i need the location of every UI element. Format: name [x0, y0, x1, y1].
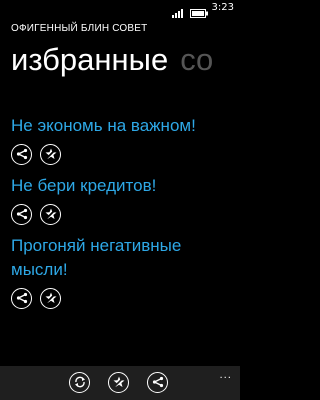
- share-button[interactable]: [11, 288, 32, 309]
- tip-item: Не бери кредитов!: [11, 174, 236, 228]
- share-icon: [152, 373, 164, 392]
- share-button[interactable]: [11, 144, 32, 165]
- app-title: ОФИГЕННЫЙ БЛИН СОВЕТ: [11, 23, 148, 34]
- pivot-header[interactable]: избранные со: [11, 40, 213, 80]
- battery-icon: [190, 3, 208, 22]
- pivot-item-next[interactable]: со: [180, 42, 213, 77]
- app-bar-buttons: [69, 372, 168, 393]
- tip-text[interactable]: Не экономь на важном!: [11, 114, 236, 138]
- share-icon: [16, 205, 28, 224]
- star-remove-icon: [44, 205, 57, 224]
- star-remove-icon: [44, 289, 57, 308]
- app-bar: ...: [0, 366, 240, 400]
- tip-text[interactable]: Не бери кредитов!: [11, 174, 236, 198]
- tip-item: Не экономь на важном!: [11, 114, 236, 168]
- star-remove-icon: [44, 145, 57, 164]
- tip-actions: [11, 288, 236, 312]
- unfavorite-button[interactable]: [40, 144, 61, 165]
- clock: 3:23: [211, 2, 234, 13]
- share-button[interactable]: [11, 204, 32, 225]
- share-button[interactable]: [147, 372, 168, 393]
- share-icon: [16, 145, 28, 164]
- unfavorite-button[interactable]: [40, 288, 61, 309]
- pivot-item-active[interactable]: избранные: [11, 42, 168, 77]
- refresh-icon: [74, 373, 86, 392]
- tips-list: Не экономь на важном! Не бери кредитов! …: [11, 114, 236, 318]
- status-bar: 3:23: [0, 0, 240, 18]
- refresh-button[interactable]: [69, 372, 90, 393]
- signal-icon: [172, 3, 184, 22]
- unfavorite-button[interactable]: [40, 204, 61, 225]
- favorite-icon: [112, 373, 125, 392]
- tip-item: Прогоняй негативные мысли!: [11, 234, 236, 312]
- tip-actions: [11, 204, 236, 228]
- tip-text[interactable]: Прогоняй негативные мысли!: [11, 234, 236, 282]
- tip-actions: [11, 144, 236, 168]
- favorite-button[interactable]: [108, 372, 129, 393]
- status-icons: [172, 3, 208, 22]
- share-icon: [16, 289, 28, 308]
- app-bar-more-button[interactable]: ...: [219, 370, 232, 381]
